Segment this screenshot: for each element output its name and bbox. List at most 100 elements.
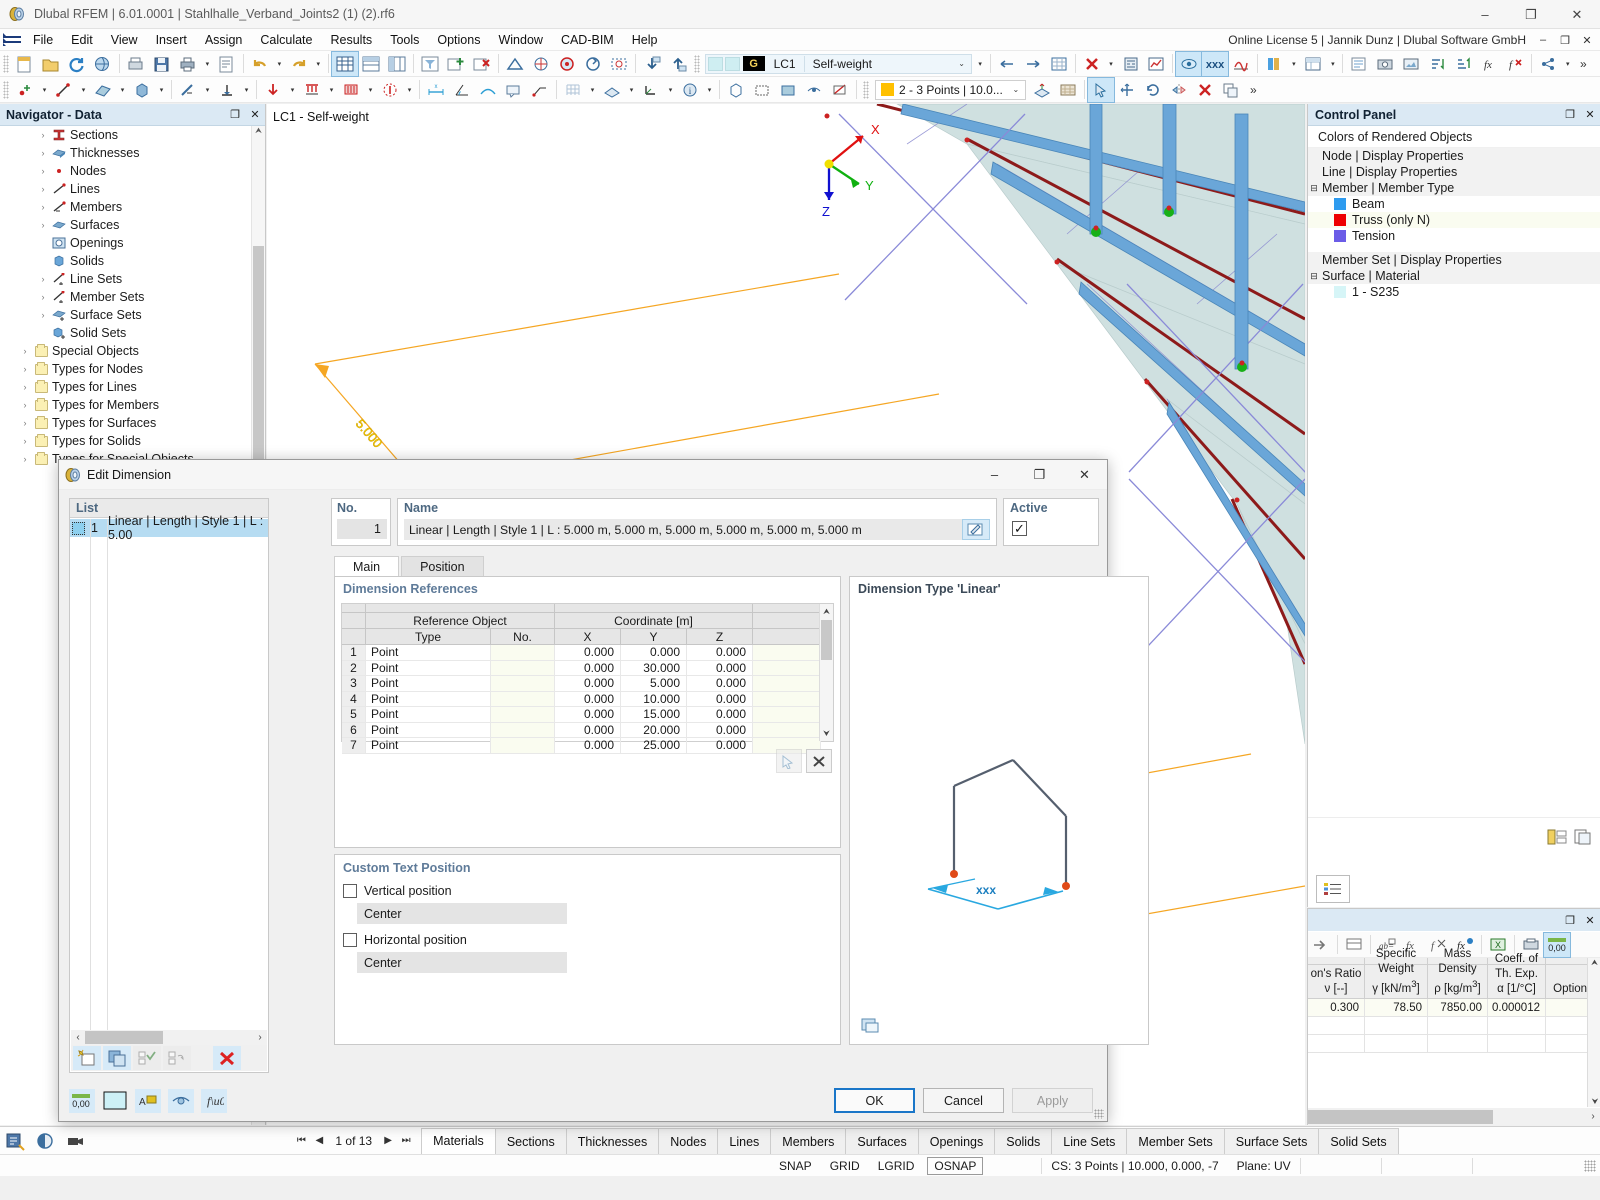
save-icon[interactable]: [149, 52, 175, 76]
menu-item-insert[interactable]: Insert: [147, 31, 196, 49]
control-group-line-display-properties[interactable]: Line | Display Properties: [1308, 164, 1600, 180]
view-wireframe-icon[interactable]: [749, 78, 775, 102]
navigator-item-thicknesses[interactable]: ›Thicknesses: [0, 144, 265, 162]
color-swatch[interactable]: [1334, 198, 1346, 210]
visibility-toggle-icon[interactable]: [30, 1128, 60, 1154]
target-icon[interactable]: [554, 52, 580, 76]
minimize-button[interactable]: –: [1462, 0, 1508, 29]
table-cell[interactable]: 0.000: [555, 645, 621, 661]
dimension-list-item[interactable]: 1 Linear | Length | Style 1 | L : 5.00: [70, 519, 268, 537]
new-line-icon[interactable]: [51, 78, 77, 102]
navigator-item-types-for-nodes[interactable]: ›Types for Nodes: [0, 360, 265, 378]
table-cell[interactable]: 0.000: [687, 645, 753, 661]
menu-item-results[interactable]: Results: [322, 31, 382, 49]
toolbar-overflow-2-icon[interactable]: »: [1244, 78, 1270, 102]
table-cell[interactable]: 0.000: [687, 723, 753, 739]
table-cell[interactable]: Point: [366, 738, 491, 754]
list-item-checkbox[interactable]: [70, 522, 87, 535]
vertical-position-row[interactable]: Vertical position: [335, 884, 840, 898]
data-tab-nodes[interactable]: Nodes: [658, 1128, 718, 1155]
grid-cell[interactable]: [1308, 1017, 1365, 1035]
table-layout-icon[interactable]: [1341, 933, 1367, 957]
table-cell[interactable]: 0.000: [687, 676, 753, 692]
navigator-item-types-for-members[interactable]: ›Types for Members: [0, 396, 265, 414]
expand-chevron-icon[interactable]: ›: [36, 148, 50, 158]
chevron-down-icon[interactable]: ⌄: [953, 59, 971, 68]
new-line-dropdown-icon[interactable]: ▾: [77, 78, 90, 102]
redo-dropdown-icon[interactable]: ▾: [312, 52, 325, 76]
expand-chevron-icon[interactable]: ›: [36, 130, 50, 140]
delete-results-icon[interactable]: [1079, 52, 1105, 76]
local-axes-dropdown-icon[interactable]: ▾: [664, 78, 677, 102]
no-value-field[interactable]: 1: [337, 519, 387, 539]
table-cell[interactable]: 15.000: [621, 707, 687, 723]
group-twisty-icon[interactable]: ⊟: [1308, 183, 1320, 194]
grid-snap-dropdown-icon[interactable]: ▾: [586, 78, 599, 102]
menu-item-file[interactable]: File: [24, 31, 62, 49]
table-cell[interactable]: Point: [366, 723, 491, 739]
table-insert-icon[interactable]: [443, 52, 469, 76]
expand-chevron-icon[interactable]: ›: [18, 436, 32, 446]
material-table-grid[interactable]: on's Ratioν [--]Specific Weightγ [kN/m3]…: [1308, 958, 1600, 1125]
rotate-model-icon[interactable]: [1140, 78, 1166, 102]
menu-item-assign[interactable]: Assign: [196, 31, 252, 49]
pager-last-button[interactable]: ⏭: [397, 1135, 415, 1146]
table-cell[interactable]: [753, 707, 821, 723]
table-cell[interactable]: 0.000: [555, 676, 621, 692]
scroll-up-icon[interactable]: ⮝: [820, 604, 833, 619]
new-surface-load-dropdown-icon[interactable]: ▾: [364, 78, 377, 102]
horizontal-position-checkbox[interactable]: [343, 933, 357, 947]
dialog-close-button[interactable]: ✕: [1062, 460, 1107, 490]
table-cell[interactable]: Point: [366, 692, 491, 708]
navigator-item-lines[interactable]: ›Lines: [0, 180, 265, 198]
menu-item-options[interactable]: Options: [428, 31, 489, 49]
new-surface-icon[interactable]: [90, 78, 116, 102]
new-dimension-button[interactable]: [73, 1046, 101, 1070]
data-tab-surfaces[interactable]: Surfaces: [845, 1128, 918, 1155]
print-icon[interactable]: [175, 52, 201, 76]
object-info-dropdown-icon[interactable]: ▾: [703, 78, 716, 102]
screenshot-icon[interactable]: [1372, 52, 1398, 76]
dialog-maximize-button[interactable]: ❐: [1017, 460, 1062, 490]
table-cell[interactable]: 0.000: [555, 692, 621, 708]
data-tab-sections[interactable]: Sections: [495, 1128, 567, 1155]
status-osnap[interactable]: OSNAP: [927, 1157, 983, 1175]
new-member-icon[interactable]: [175, 78, 201, 102]
grid-cell[interactable]: [1365, 1035, 1428, 1053]
table-panel-close-button[interactable]: ✕: [1580, 914, 1600, 927]
navigator-item-solids[interactable]: Solids: [0, 252, 265, 270]
new-solid-dropdown-icon[interactable]: ▾: [155, 78, 168, 102]
dialog-resize-grip[interactable]: [1094, 1109, 1104, 1119]
menu-item-help[interactable]: Help: [623, 31, 667, 49]
navigator-restore-button[interactable]: ❐: [225, 108, 245, 121]
result-diagram-icon[interactable]: [1228, 52, 1254, 76]
navigator-item-nodes[interactable]: ›Nodes: [0, 162, 265, 180]
expand-chevron-icon[interactable]: ›: [36, 166, 50, 176]
new-nodal-load-icon[interactable]: [260, 78, 286, 102]
visibility-button[interactable]: [168, 1089, 194, 1113]
table-cell[interactable]: 10.000: [621, 692, 687, 708]
leader-line-icon[interactable]: [527, 78, 553, 102]
table-cell[interactable]: 20.000: [621, 723, 687, 739]
expand-chevron-icon[interactable]: ›: [36, 220, 50, 230]
grid-cell[interactable]: 0.300: [1308, 999, 1365, 1017]
work-plane-icon[interactable]: [599, 78, 625, 102]
grid-settings-icon[interactable]: [1055, 78, 1081, 102]
table-cell[interactable]: 0.000: [555, 738, 621, 754]
control-item-truss-only-n-[interactable]: Truss (only N): [1308, 212, 1600, 228]
table-rows-icon[interactable]: [358, 52, 384, 76]
control-item-tension[interactable]: Tension: [1308, 228, 1600, 244]
legend-toggle-button[interactable]: [1316, 875, 1350, 903]
menu-item-tools[interactable]: Tools: [381, 31, 428, 49]
control-panel-restore-button[interactable]: ❐: [1560, 108, 1580, 121]
data-tab-member-sets[interactable]: Member Sets: [1126, 1128, 1224, 1155]
dialog-tab-main[interactable]: Main: [334, 556, 399, 576]
coordinate-system-icon[interactable]: [528, 52, 554, 76]
table-cell[interactable]: 0.000: [687, 738, 753, 754]
grid-cell[interactable]: [1488, 1017, 1546, 1035]
control-group-member-set-display-properties[interactable]: Member Set | Display Properties: [1308, 252, 1600, 268]
table-cell[interactable]: 0.000: [555, 707, 621, 723]
table-delete-icon[interactable]: [469, 52, 495, 76]
data-tab-solids[interactable]: Solids: [994, 1128, 1052, 1155]
table-cell[interactable]: Point: [366, 645, 491, 661]
